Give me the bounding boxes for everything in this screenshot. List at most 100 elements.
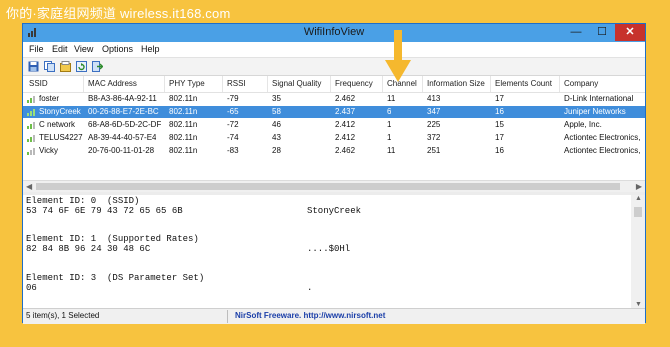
- menu-help[interactable]: Help: [141, 44, 160, 54]
- mac-cell: 20-76-00-11-01-28: [88, 146, 155, 155]
- ssid-cell: StonyCreek: [39, 107, 81, 116]
- frequency-cell: 2.412: [335, 120, 356, 129]
- table-row[interactable]: C network 68-A8-6D-5D-2C-DF 802.11n -72 …: [23, 119, 645, 131]
- rssi-cell: -74: [227, 133, 239, 142]
- info-size-cell: 225: [427, 120, 441, 129]
- exit-icon[interactable]: [92, 61, 103, 72]
- quality-cell: 35: [272, 94, 281, 103]
- frequency-cell: 2.462: [335, 94, 356, 103]
- company-cell: Actiontec Electronics,: [564, 133, 641, 142]
- scroll-thumb[interactable]: [36, 183, 620, 190]
- signal-strength-icon: [27, 135, 35, 142]
- company-cell: Juniper Networks: [564, 107, 626, 116]
- ssid-cell: C network: [39, 120, 76, 129]
- elements-cell: 17: [495, 94, 504, 103]
- table-row[interactable]: foster B8-A3-86-4A-92-11 802.11n -79 35 …: [23, 93, 645, 105]
- scroll-down-icon[interactable]: ▼: [635, 301, 642, 308]
- column-company[interactable]: Company: [564, 79, 598, 88]
- company-cell: Actiontec Electronics,: [564, 146, 641, 155]
- signal-strength-icon: [27, 96, 35, 103]
- window-title: WifiInfoView: [303, 26, 365, 38]
- table-row[interactable]: TELUS4227 A8-39-44-40-57-E4 802.11n -74 …: [23, 132, 645, 144]
- element-hex-line: 82 84 8B 96 24 30 48 6C: [26, 244, 151, 254]
- copy-icon[interactable]: [44, 61, 55, 72]
- column-phy-type[interactable]: PHY Type: [169, 79, 205, 88]
- quality-cell: 58: [272, 107, 281, 116]
- phy-cell: 802.11n: [169, 94, 198, 103]
- column-signal-quality[interactable]: Signal Quality: [272, 79, 321, 88]
- menu-edit[interactable]: Edit: [52, 44, 68, 54]
- app-window: WifiInfoView — ☐ ✕ File Edit View Option…: [22, 23, 646, 324]
- scroll-thumb[interactable]: [634, 207, 642, 217]
- menu-view[interactable]: View: [74, 44, 93, 54]
- status-bar: 5 item(s), 1 Selected NirSoft Freeware. …: [23, 308, 645, 324]
- elements-cell: 16: [495, 146, 504, 155]
- element-hex-line: 53 74 6F 6E 79 43 72 65 65 6B: [26, 206, 183, 216]
- signal-strength-icon: [27, 109, 35, 116]
- rssi-cell: -79: [227, 94, 239, 103]
- element-ascii-line: ....$0Hl: [307, 244, 351, 254]
- networks-table: SSID MAC Address PHY Type RSSI Signal Qu…: [23, 76, 645, 193]
- table-header: SSID MAC Address PHY Type RSSI Signal Qu…: [23, 76, 645, 93]
- table-row-selected[interactable]: StonyCreek 00-26-88-E7-2E-BC 802.11n -65…: [23, 106, 645, 118]
- menu-file[interactable]: File: [29, 44, 44, 54]
- quality-cell: 46: [272, 120, 281, 129]
- properties-icon[interactable]: [60, 61, 71, 72]
- menu-options[interactable]: Options: [102, 44, 133, 54]
- status-item-count: 5 item(s), 1 Selected: [26, 311, 100, 320]
- phy-cell: 802.11n: [169, 146, 198, 155]
- signal-strength-icon: [27, 122, 35, 129]
- column-information-size[interactable]: Information Size: [427, 79, 485, 88]
- annotation-arrow-icon: [385, 30, 411, 82]
- element-ascii-line: .: [307, 283, 313, 293]
- mac-cell: A8-39-44-40-57-E4: [88, 133, 157, 142]
- info-size-cell: 413: [427, 94, 441, 103]
- quality-cell: 43: [272, 133, 281, 142]
- table-row[interactable]: Vicky 20-76-00-11-01-28 802.11n -83 28 2…: [23, 145, 645, 157]
- element-ascii-line: StonyCreek: [307, 206, 362, 216]
- signal-strength-icon: [27, 148, 35, 155]
- element-id-line: Element ID: 1 (Supported Rates): [26, 234, 199, 244]
- scroll-up-icon[interactable]: ▲: [635, 195, 642, 202]
- ssid-cell: Vicky: [39, 146, 58, 155]
- mac-cell: B8-A3-86-4A-92-11: [88, 94, 157, 103]
- phy-cell: 802.11n: [169, 107, 198, 116]
- vertical-scrollbar[interactable]: ▲ ▼: [631, 195, 645, 308]
- nirsoft-link[interactable]: NirSoft Freeware. http://www.nirsoft.net: [235, 311, 385, 320]
- channel-cell: 1: [387, 133, 392, 142]
- minimize-button[interactable]: —: [563, 24, 589, 41]
- ssid-cell: foster: [39, 94, 60, 103]
- phy-cell: 802.11n: [169, 120, 198, 129]
- maximize-button[interactable]: ☐: [589, 24, 615, 41]
- close-button[interactable]: ✕: [615, 24, 645, 41]
- refresh-icon[interactable]: [76, 61, 87, 72]
- frequency-cell: 2.437: [335, 107, 356, 116]
- watermark-text: 你的·家庭组网频道 wireless.it168.com: [6, 6, 231, 21]
- company-cell: Apple, Inc.: [564, 120, 602, 129]
- channel-cell: 6: [387, 107, 392, 116]
- save-icon[interactable]: [28, 61, 39, 72]
- column-mac-address[interactable]: MAC Address: [88, 79, 137, 88]
- element-hex-line: 06: [26, 283, 37, 293]
- column-rssi[interactable]: RSSI: [227, 79, 246, 88]
- quality-cell: 28: [272, 146, 281, 155]
- scroll-left-icon[interactable]: ◀: [26, 182, 32, 191]
- elements-cell: 16: [495, 107, 504, 116]
- title-bar: WifiInfoView — ☐ ✕: [23, 24, 645, 42]
- elements-cell: 15: [495, 120, 504, 129]
- column-elements-count[interactable]: Elements Count: [495, 79, 552, 88]
- mac-cell: 68-A8-6D-5D-2C-DF: [88, 120, 162, 129]
- mac-cell: 00-26-88-E7-2E-BC: [88, 107, 159, 116]
- scroll-right-icon[interactable]: ▶: [636, 182, 642, 191]
- info-size-cell: 251: [427, 146, 441, 155]
- toolbar: [23, 57, 645, 76]
- channel-cell: 1: [387, 120, 392, 129]
- elements-cell: 17: [495, 133, 504, 142]
- rssi-cell: -83: [227, 146, 239, 155]
- column-frequency[interactable]: Frequency: [335, 79, 373, 88]
- column-ssid[interactable]: SSID: [29, 79, 48, 88]
- rssi-cell: -65: [227, 107, 239, 116]
- phy-cell: 802.11n: [169, 133, 198, 142]
- element-details-pane: Element ID: 0 (SSID) 53 74 6F 6E 79 43 7…: [23, 195, 631, 308]
- rssi-cell: -72: [227, 120, 239, 129]
